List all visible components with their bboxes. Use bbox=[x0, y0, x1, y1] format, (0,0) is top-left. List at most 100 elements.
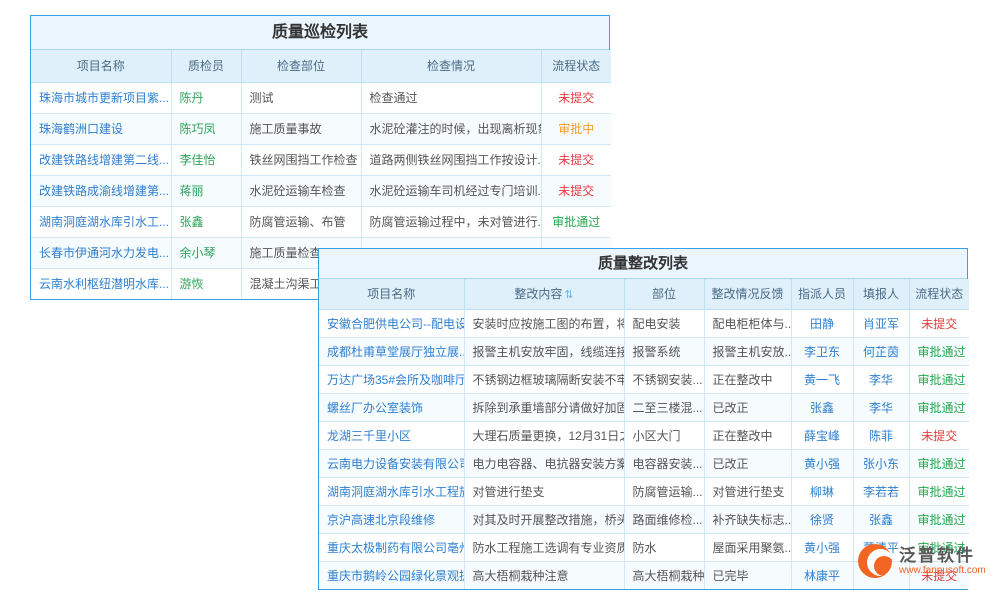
reporter-cell: 李华 bbox=[853, 365, 909, 393]
inspection-list-title: 质量巡检列表 bbox=[31, 16, 609, 50]
situation-cell: 水泥砼灌注的时候，出现离析现象 bbox=[361, 113, 541, 144]
project-cell[interactable]: 湖南洞庭湖水库引水工... bbox=[31, 206, 171, 237]
table-row: 安徽合肥供电公司--配电设备...安装时应按施工图的布置，将...配电安装配电柜… bbox=[319, 309, 969, 337]
status-cell: 审批通过 bbox=[909, 365, 969, 393]
col-header-reporter: 填报人 bbox=[853, 279, 909, 309]
rectification-header-row: 项目名称 整改内容⇅ 部位 整改情况反馈 指派人员 填报人 流程状态 bbox=[319, 279, 969, 309]
feedback-cell: 对管进行垫支 bbox=[704, 477, 791, 505]
inspection-header-row: 项目名称 质检员 检查部位 检查情况 流程状态 bbox=[31, 50, 611, 82]
table-row: 云南电力设备安装有限公司20...电力电容器、电抗器安装方案,...电容器安装.… bbox=[319, 449, 969, 477]
col-header-status: 流程状态 bbox=[909, 279, 969, 309]
inspector-cell: 张鑫 bbox=[171, 206, 241, 237]
project-cell[interactable]: 改建铁路线增建第二线... bbox=[31, 144, 171, 175]
part-cell: 防腐管运输... bbox=[624, 477, 704, 505]
feedback-cell: 补齐缺失标志... bbox=[704, 505, 791, 533]
content-cell: 防水工程施工选调有专业资质... bbox=[464, 533, 624, 561]
reporter-cell: 李若若 bbox=[853, 477, 909, 505]
project-cell[interactable]: 云南电力设备安装有限公司20... bbox=[319, 449, 464, 477]
content-cell: 拆除到承重墙部分请做好加固... bbox=[464, 393, 624, 421]
assignee-cell: 黄一飞 bbox=[791, 365, 853, 393]
table-row: 湖南洞庭湖水库引水工程施工...对管进行垫支防腐管运输...对管进行垫支柳琳李若… bbox=[319, 477, 969, 505]
status-cell: 审批通过 bbox=[541, 206, 611, 237]
project-cell[interactable]: 成都杜甫草堂展厅独立展... bbox=[319, 337, 464, 365]
content-cell: 电力电容器、电抗器安装方案,... bbox=[464, 449, 624, 477]
assignee-cell: 黄小强 bbox=[791, 533, 853, 561]
sort-icon[interactable]: ⇅ bbox=[564, 289, 573, 301]
project-cell[interactable]: 万达广场35#会所及咖啡厅空... bbox=[319, 365, 464, 393]
project-cell[interactable]: 龙湖三千里小区 bbox=[319, 421, 464, 449]
part-cell: 二至三楼混... bbox=[624, 393, 704, 421]
part-cell: 不锈钢安装... bbox=[624, 365, 704, 393]
project-cell[interactable]: 珠海鹤洲口建设 bbox=[31, 113, 171, 144]
col-header-feedback: 整改情况反馈 bbox=[704, 279, 791, 309]
feedback-cell: 已改正 bbox=[704, 393, 791, 421]
status-cell: 未提交 bbox=[541, 82, 611, 113]
project-cell[interactable]: 安徽合肥供电公司--配电设备... bbox=[319, 309, 464, 337]
project-cell[interactable]: 改建铁路成渝线增建第... bbox=[31, 175, 171, 206]
situation-cell: 水泥砼运输车司机经过专门培训... bbox=[361, 175, 541, 206]
col-header-inspector: 质检员 bbox=[171, 50, 241, 82]
table-row: 湖南洞庭湖水库引水工...张鑫防腐管运输、布管防腐管运输过程中，未对管进行...… bbox=[31, 206, 611, 237]
part-cell: 水泥砼运输车检查 bbox=[241, 175, 361, 206]
assignee-cell: 林康平 bbox=[791, 561, 853, 589]
status-cell: 未提交 bbox=[541, 175, 611, 206]
table-row: 改建铁路成渝线增建第...蒋丽水泥砼运输车检查水泥砼运输车司机经过专门培训...… bbox=[31, 175, 611, 206]
part-cell: 小区大门 bbox=[624, 421, 704, 449]
status-cell: 审批中 bbox=[541, 113, 611, 144]
project-cell[interactable]: 云南水利枢纽潜明水库... bbox=[31, 268, 171, 299]
col-header-content[interactable]: 整改内容⇅ bbox=[464, 279, 624, 309]
situation-cell: 防腐管运输过程中，未对管进行... bbox=[361, 206, 541, 237]
situation-cell: 检查通过 bbox=[361, 82, 541, 113]
inspector-cell: 陈丹 bbox=[171, 82, 241, 113]
table-row: 万达广场35#会所及咖啡厅空...不锈钢边框玻璃隔断安装不牢...不锈钢安装..… bbox=[319, 365, 969, 393]
feedback-cell: 正在整改中 bbox=[704, 365, 791, 393]
inspector-cell: 陈巧凤 bbox=[171, 113, 241, 144]
status-cell: 审批通过 bbox=[909, 505, 969, 533]
part-cell: 铁丝网围挡工作检查 bbox=[241, 144, 361, 175]
inspector-cell: 游恢 bbox=[171, 268, 241, 299]
col-header-status: 流程状态 bbox=[541, 50, 611, 82]
reporter-cell: 张小东 bbox=[853, 449, 909, 477]
reporter-cell: 何芷茵 bbox=[853, 337, 909, 365]
inspector-cell: 余小琴 bbox=[171, 237, 241, 268]
feedback-cell: 已完毕 bbox=[704, 561, 791, 589]
part-cell: 电容器安装... bbox=[624, 449, 704, 477]
status-cell: 审批通过 bbox=[909, 449, 969, 477]
content-cell: 不锈钢边框玻璃隔断安装不牢... bbox=[464, 365, 624, 393]
table-row: 京沪高速北京段维修对其及时开展整改措施，桥头...路面维修检...补齐缺失标志.… bbox=[319, 505, 969, 533]
col-header-content-label: 整改内容 bbox=[514, 287, 562, 301]
project-cell[interactable]: 螺丝厂办公室装饰 bbox=[319, 393, 464, 421]
project-cell[interactable]: 京沪高速北京段维修 bbox=[319, 505, 464, 533]
project-cell[interactable]: 重庆太极制药有限公司亳州中... bbox=[319, 533, 464, 561]
project-cell[interactable]: 长春市伊通河水力发电... bbox=[31, 237, 171, 268]
content-cell: 对其及时开展整改措施，桥头... bbox=[464, 505, 624, 533]
part-cell: 测试 bbox=[241, 82, 361, 113]
status-cell: 未提交 bbox=[909, 309, 969, 337]
part-cell: 施工质量事故 bbox=[241, 113, 361, 144]
col-header-assignee: 指派人员 bbox=[791, 279, 853, 309]
status-cell: 未提交 bbox=[909, 421, 969, 449]
part-cell: 配电安装 bbox=[624, 309, 704, 337]
part-cell: 防腐管运输、布管 bbox=[241, 206, 361, 237]
col-header-part: 部位 bbox=[624, 279, 704, 309]
assignee-cell: 李卫东 bbox=[791, 337, 853, 365]
rectification-table: 项目名称 整改内容⇅ 部位 整改情况反馈 指派人员 填报人 流程状态 安徽合肥供… bbox=[319, 279, 969, 589]
reporter-cell: 张鑫 bbox=[853, 505, 909, 533]
col-header-situation: 检查情况 bbox=[361, 50, 541, 82]
reporter-cell: 肖亚军 bbox=[853, 309, 909, 337]
vendor-url: www.fanpusoft.com bbox=[899, 565, 986, 576]
feedback-cell: 配电柜柜体与... bbox=[704, 309, 791, 337]
table-row: 珠海市城市更新项目紫...陈丹测试检查通过未提交 bbox=[31, 82, 611, 113]
project-cell[interactable]: 珠海市城市更新项目紫... bbox=[31, 82, 171, 113]
fanpu-logo-icon bbox=[858, 544, 892, 578]
col-header-part: 检查部位 bbox=[241, 50, 361, 82]
rectification-list-title: 质量整改列表 bbox=[319, 249, 967, 279]
project-cell[interactable]: 湖南洞庭湖水库引水工程施工... bbox=[319, 477, 464, 505]
project-cell[interactable]: 重庆市鹅岭公园绿化景观提升... bbox=[319, 561, 464, 589]
status-cell: 未提交 bbox=[541, 144, 611, 175]
assignee-cell: 田静 bbox=[791, 309, 853, 337]
inspector-cell: 李佳怡 bbox=[171, 144, 241, 175]
reporter-cell: 陈菲 bbox=[853, 421, 909, 449]
assignee-cell: 张鑫 bbox=[791, 393, 853, 421]
content-cell: 安装时应按施工图的布置，将... bbox=[464, 309, 624, 337]
